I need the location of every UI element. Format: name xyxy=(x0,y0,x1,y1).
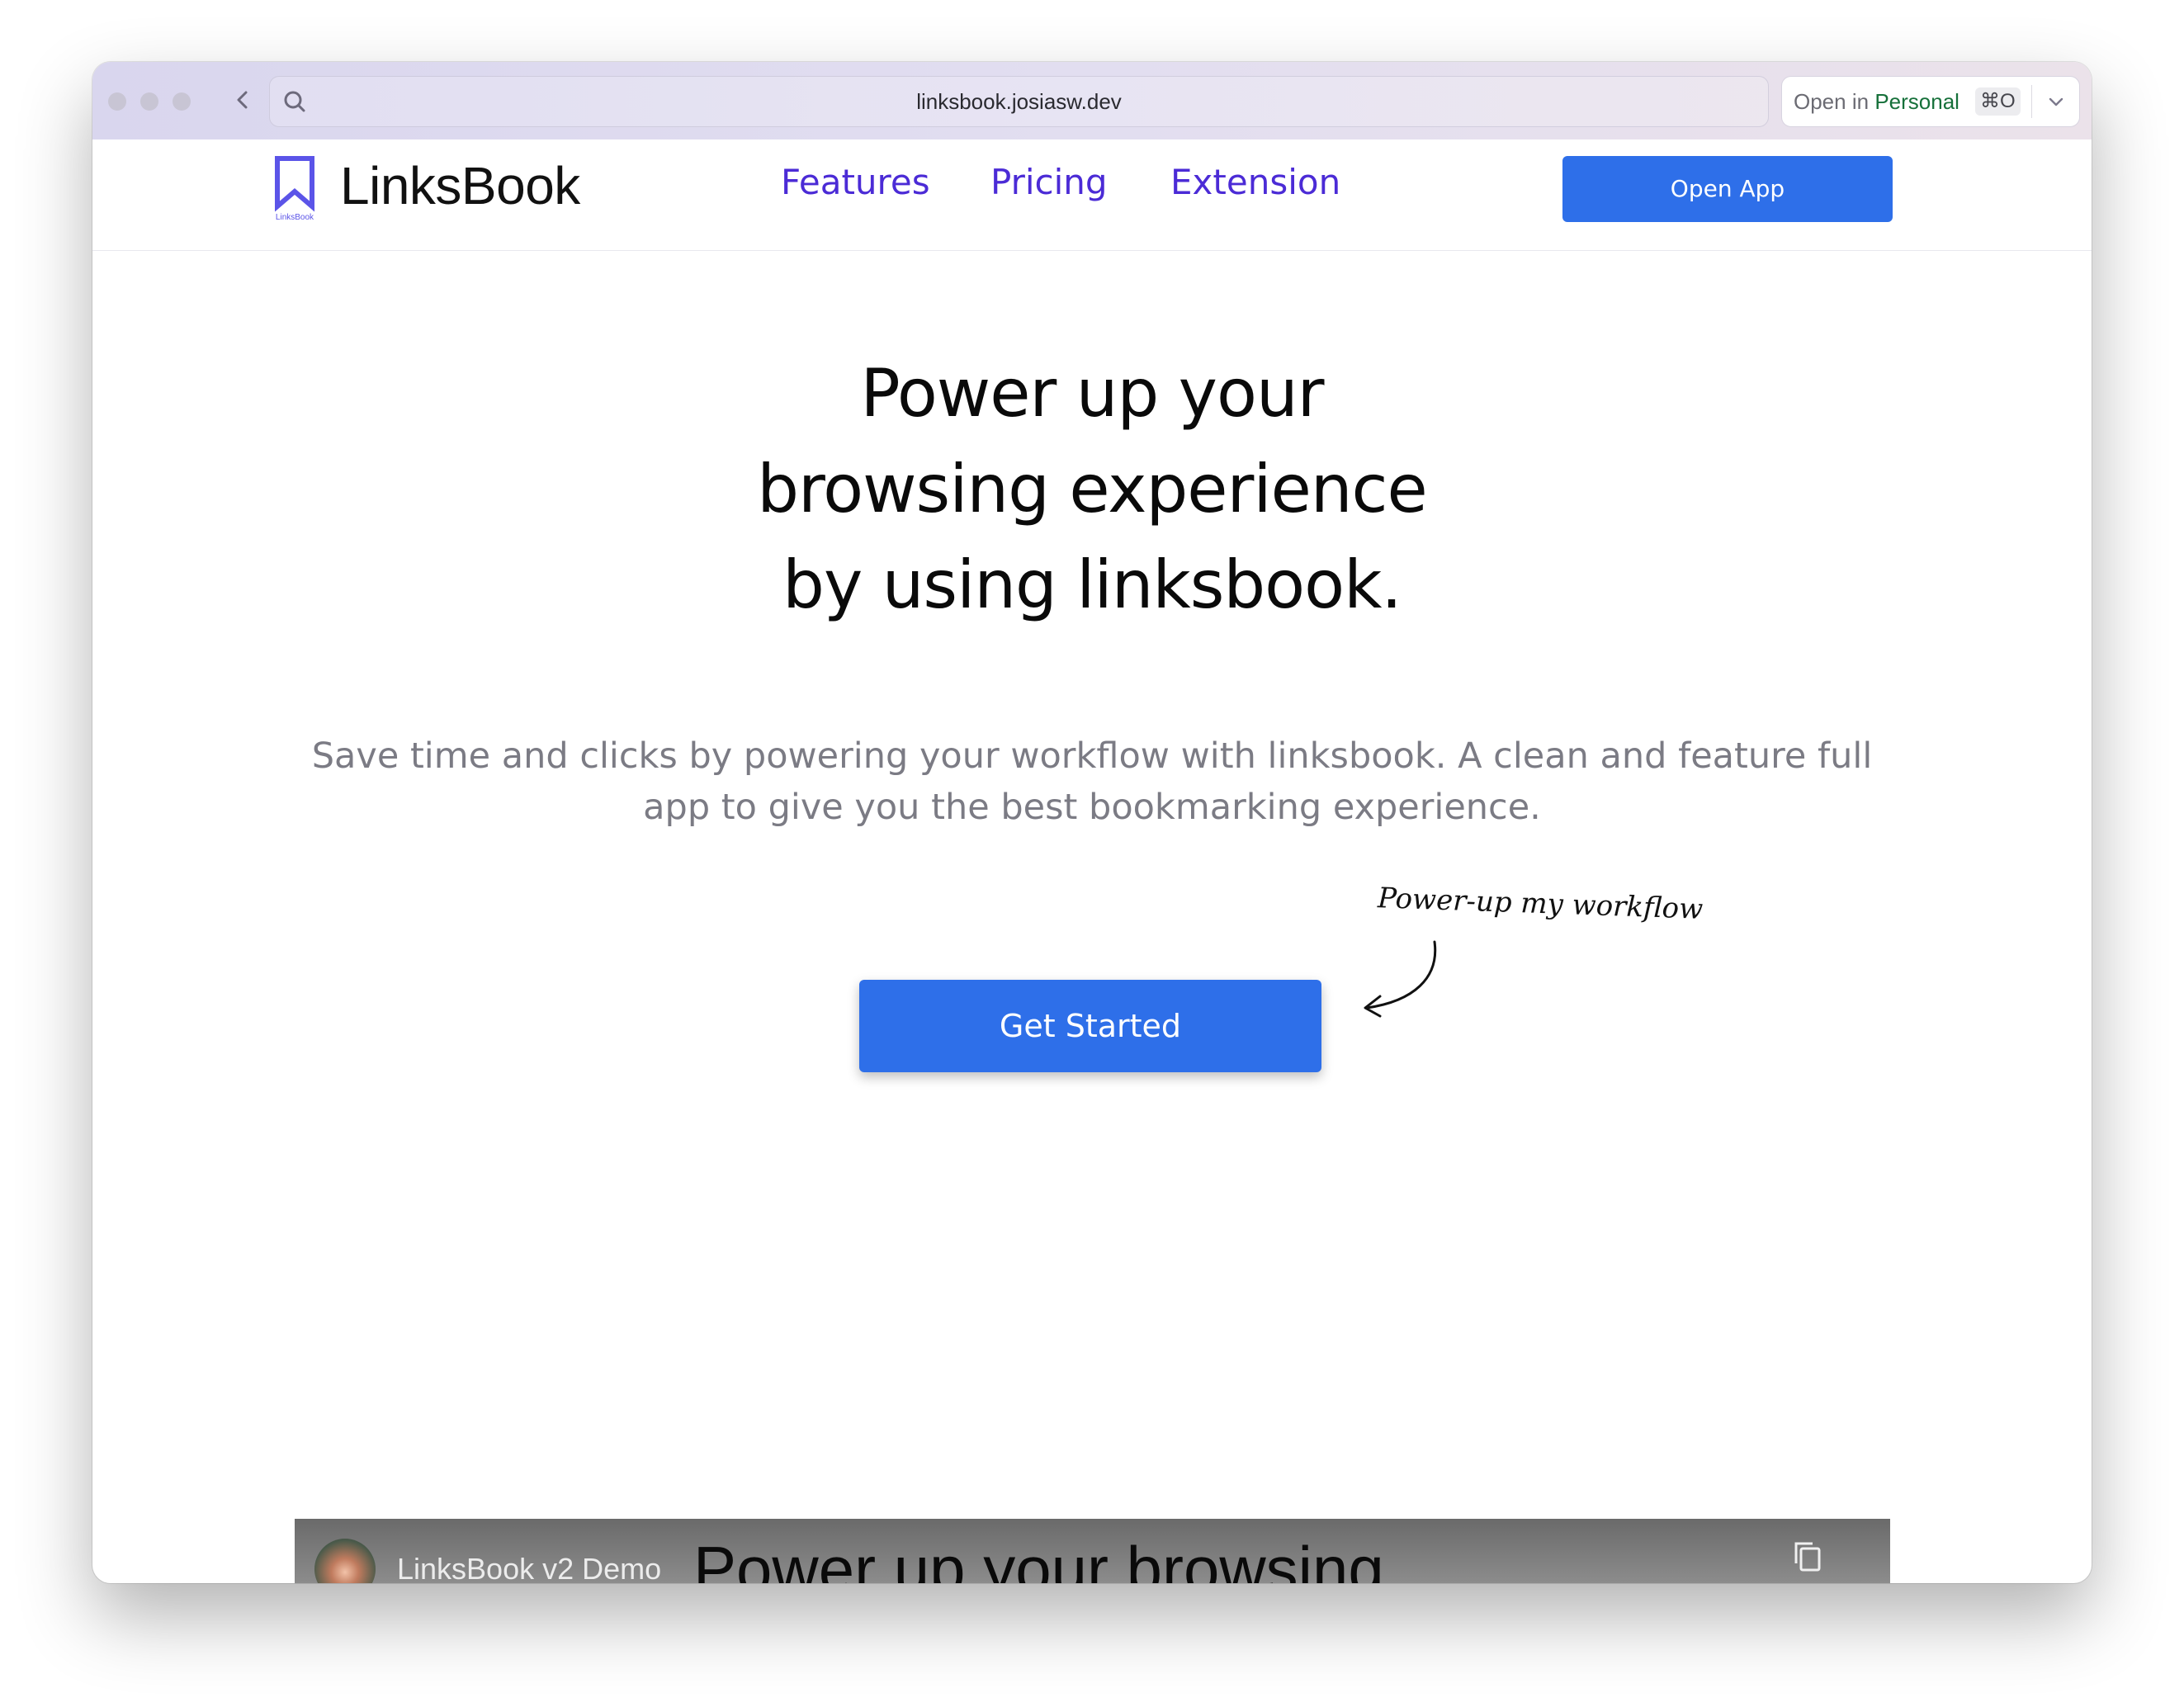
copy-icon[interactable] xyxy=(1791,1539,1824,1575)
address-bar[interactable]: linksbook.josiasw.dev xyxy=(269,76,1932,127)
shortcut-badge: ⌘O xyxy=(1975,87,2021,116)
close-window-button[interactable] xyxy=(108,92,126,111)
hero-title-line-3: by using linksbook. xyxy=(782,546,1402,623)
logo-text[interactable]: LinksBook xyxy=(340,159,580,212)
curved-arrow-icon xyxy=(1364,940,1437,1018)
zoom-window-button[interactable] xyxy=(173,92,191,111)
hero-subtitle-line-2: app to give you the best bookmarking exp… xyxy=(643,787,1541,828)
minimize-window-button[interactable] xyxy=(140,92,158,111)
open-in-profile-button[interactable]: Open in Personal ⌘O xyxy=(1781,76,2080,127)
handwritten-annotation: Power-up my workflow xyxy=(1377,882,1704,926)
channel-avatar[interactable] xyxy=(314,1539,376,1583)
url-text: linksbook.josiasw.dev xyxy=(916,89,1122,114)
hero-subtitle-line-1: Save time and clicks by powering your wo… xyxy=(311,735,1873,777)
chevron-down-icon[interactable] xyxy=(2045,90,2068,113)
profile-name: Personal xyxy=(1874,89,1959,114)
video-title[interactable]: LinksBook v2 Demo xyxy=(397,1552,661,1583)
hero-title-line-1: Power up your xyxy=(860,355,1324,432)
nav-link-extension[interactable]: Extension xyxy=(1170,165,1340,200)
browser-window: linksbook.josiasw.dev Open in Personal ⌘… xyxy=(92,62,2092,1583)
bookmark-logo-icon[interactable]: LinksBook xyxy=(272,155,327,223)
back-chevron-icon[interactable] xyxy=(229,85,258,115)
demo-video-embed[interactable]: LinksBook v2 Demo Power up your browsing xyxy=(295,1519,1890,1583)
browser-toolbar: linksbook.josiasw.dev Open in Personal ⌘… xyxy=(92,62,2092,140)
logo-caption: LinksBook xyxy=(276,213,314,222)
open-in-label: Open in Personal xyxy=(1794,89,1959,114)
get-started-button[interactable]: Get Started xyxy=(859,980,1321,1072)
nav-link-pricing[interactable]: Pricing xyxy=(990,165,1108,200)
nav-link-features[interactable]: Features xyxy=(781,165,930,200)
divider xyxy=(2031,85,2032,118)
hero-title-line-2: browsing experience xyxy=(757,451,1428,527)
open-app-button[interactable]: Open App xyxy=(1562,156,1893,222)
video-overlay-text: Power up your browsing xyxy=(693,1533,1384,1583)
